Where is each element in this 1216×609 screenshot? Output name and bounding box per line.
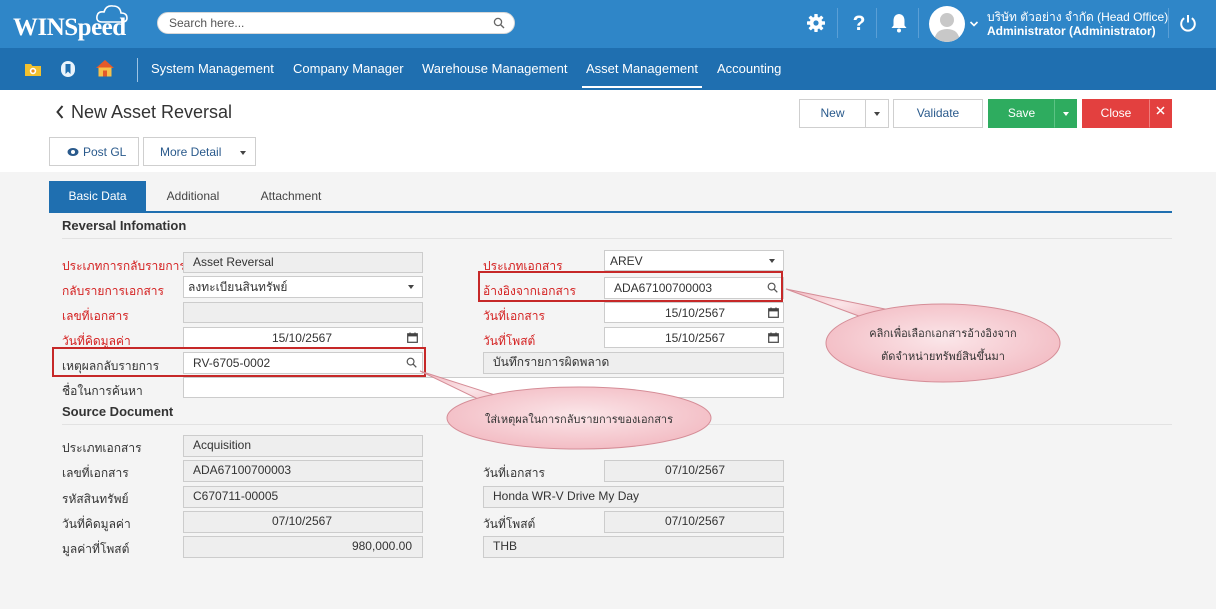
callout-ref-text-1: คลิกเพื่อเลือกเอกสารอ้างอิงจาก [869,328,1017,340]
callout-shapes [419,288,1061,450]
callout-reason-text: ใส่เหตุผลในการกลับรายการของเอกสาร [484,414,674,426]
callout-ref-text-2: ตัดจำหน่ายทรัพย์สินขึ้นมา [881,351,1005,363]
